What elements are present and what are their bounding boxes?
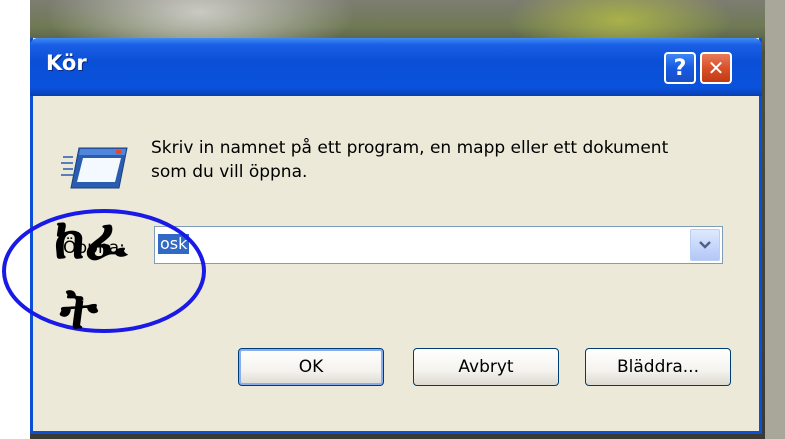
left-margin bbox=[0, 0, 30, 439]
dialog-title: Kör bbox=[46, 51, 87, 75]
close-button[interactable]: ✕ bbox=[700, 52, 732, 84]
close-icon: ✕ bbox=[707, 56, 725, 80]
annotation-glyph-line2: ት bbox=[60, 277, 98, 342]
chevron-down-icon bbox=[699, 241, 711, 249]
help-button[interactable]: ? bbox=[664, 52, 696, 84]
run-program-icon bbox=[61, 147, 128, 189]
run-dialog: Kör ? ✕ Skriv in namnet på ett program, … bbox=[30, 38, 762, 434]
browse-button[interactable]: Bläddra... bbox=[585, 348, 731, 386]
open-combobox[interactable]: osk bbox=[154, 226, 723, 264]
title-bar[interactable]: Kör ? ✕ bbox=[30, 38, 762, 96]
ok-button[interactable]: OK bbox=[238, 348, 384, 386]
open-input[interactable]: osk bbox=[158, 234, 190, 254]
dropdown-button[interactable] bbox=[690, 229, 720, 261]
right-margin bbox=[765, 0, 785, 439]
annotation-glyph-line1: ከፈ bbox=[54, 207, 128, 272]
help-icon: ? bbox=[673, 55, 687, 81]
instruction-text: Skriv in namnet på ett program, en mapp … bbox=[151, 138, 669, 182]
cancel-button[interactable]: Avbryt bbox=[413, 348, 559, 386]
